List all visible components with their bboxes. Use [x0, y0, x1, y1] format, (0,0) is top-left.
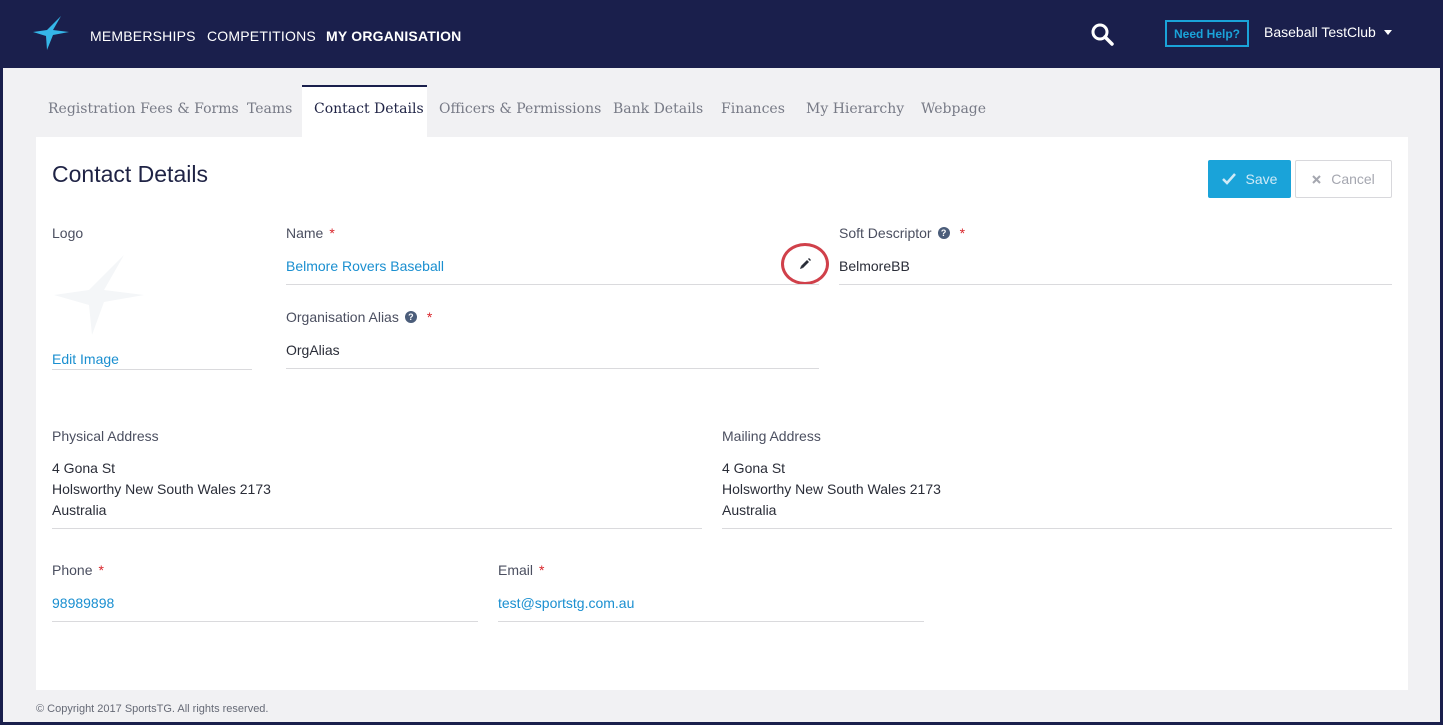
address-line: 4 Gona St — [722, 460, 786, 476]
nav-my-organisation[interactable]: MY ORGANISATION — [326, 28, 462, 44]
email-field[interactable]: test@sportstg.com.au — [498, 595, 634, 611]
search-icon[interactable] — [1090, 22, 1114, 46]
tab-bank-details[interactable]: Bank Details — [613, 85, 703, 137]
phone-label: Phone * — [52, 562, 104, 578]
soft-descriptor-underline — [839, 284, 1392, 285]
user-menu-label: Baseball TestClub — [1264, 24, 1376, 40]
address-line: Holsworthy New South Wales 2173 — [52, 481, 271, 497]
footer-copyright: © Copyright 2017 SportsTG. All rights re… — [36, 703, 269, 715]
alias-underline — [286, 368, 819, 369]
soft-descriptor-label: Soft Descriptor ? * — [839, 225, 965, 241]
chevron-down-icon — [1383, 29, 1392, 35]
required-marker: * — [98, 562, 104, 578]
address-line: Australia — [722, 502, 777, 518]
tab-webpage[interactable]: Webpage — [921, 85, 986, 137]
name-label-text: Name — [286, 225, 324, 241]
edit-name-button[interactable] — [781, 243, 829, 285]
contact-details-card: Contact Details Save Cancel Logo Edit Im… — [36, 137, 1408, 690]
edit-image-link[interactable]: Edit Image — [52, 351, 119, 367]
tab-officers-permissions[interactable]: Officers & Permissions — [439, 85, 601, 137]
logo-label-text: Logo — [52, 225, 84, 241]
name-underline — [286, 284, 819, 285]
tab-my-hierarchy[interactable]: My Hierarchy — [806, 85, 904, 137]
top-navbar: MEMBERSHIPS COMPETITIONS MY ORGANISATION… — [3, 0, 1440, 68]
alias-field[interactable]: OrgAlias — [286, 342, 340, 358]
name-field[interactable]: Belmore Rovers Baseball — [286, 258, 444, 274]
mailing-address-field[interactable]: 4 Gona St Holsworthy New South Wales 217… — [722, 458, 941, 521]
cancel-button[interactable]: Cancel — [1295, 160, 1392, 198]
mailing-address-label: Mailing Address — [722, 428, 821, 444]
close-icon — [1312, 174, 1321, 184]
brand-logo[interactable] — [33, 16, 69, 50]
need-help-button[interactable]: Need Help? — [1165, 20, 1249, 47]
org-tabs: Registration Fees & Forms Teams Contact … — [3, 85, 1440, 137]
help-icon[interactable]: ? — [937, 227, 950, 239]
logo-label: Logo — [52, 225, 83, 241]
check-icon — [1221, 173, 1236, 185]
logo-underline — [52, 369, 252, 370]
required-marker: * — [329, 225, 335, 241]
physical-address-field[interactable]: 4 Gona St Holsworthy New South Wales 217… — [52, 458, 271, 521]
save-label: Save — [1245, 171, 1278, 187]
address-line: Australia — [52, 502, 107, 518]
cancel-label: Cancel — [1331, 171, 1375, 187]
required-marker: * — [539, 562, 545, 578]
email-underline — [498, 621, 924, 622]
soft-descriptor-field[interactable]: BelmoreBB — [839, 258, 910, 274]
address-line: 4 Gona St — [52, 460, 116, 476]
soft-descriptor-label-text: Soft Descriptor — [839, 225, 932, 241]
physical-address-label-text: Physical Address — [52, 428, 159, 444]
physical-address-label: Physical Address — [52, 428, 159, 444]
mailing-address-underline — [722, 528, 1392, 529]
pencil-icon — [800, 258, 811, 269]
phone-label-text: Phone — [52, 562, 93, 578]
required-marker: * — [426, 309, 433, 325]
email-label-text: Email — [498, 562, 534, 578]
tab-contact-details[interactable]: Contact Details — [302, 85, 427, 137]
nav-competitions[interactable]: COMPETITIONS — [207, 28, 316, 44]
user-menu[interactable]: Baseball TestClub — [1264, 24, 1392, 40]
logo-placeholder-image — [54, 255, 144, 335]
tab-teams[interactable]: Teams — [247, 85, 292, 137]
alias-label-text: Organisation Alias — [286, 309, 399, 325]
email-label: Email * — [498, 562, 544, 578]
physical-address-underline — [52, 528, 702, 529]
page-title: Contact Details — [52, 161, 208, 187]
help-icon[interactable]: ? — [404, 311, 417, 323]
tab-finances[interactable]: Finances — [721, 85, 785, 137]
name-label: Name * — [286, 225, 335, 241]
nav-memberships[interactable]: MEMBERSHIPS — [90, 28, 196, 44]
phone-underline — [52, 621, 478, 622]
app-frame: MEMBERSHIPS COMPETITIONS MY ORGANISATION… — [3, 0, 1440, 722]
save-button[interactable]: Save — [1208, 160, 1291, 198]
alias-label: Organisation Alias ? * — [286, 309, 432, 325]
tab-registration-fees[interactable]: Registration Fees & Forms — [48, 85, 239, 137]
mailing-address-label-text: Mailing Address — [722, 428, 821, 444]
address-line: Holsworthy New South Wales 2173 — [722, 481, 941, 497]
phone-field[interactable]: 98989898 — [52, 595, 114, 611]
required-marker: * — [959, 225, 966, 241]
